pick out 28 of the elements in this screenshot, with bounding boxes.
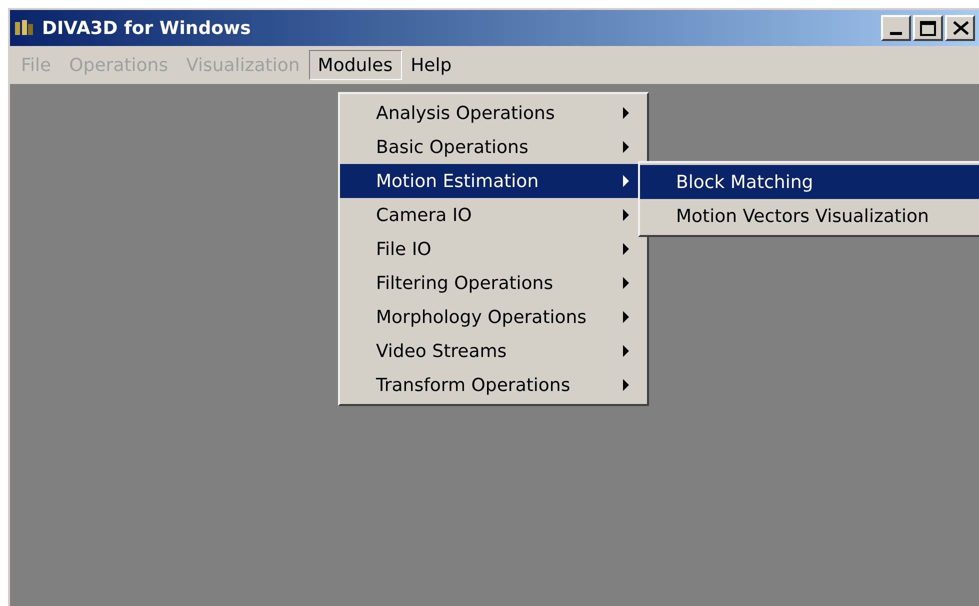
submenu-arrow-icon	[623, 107, 629, 119]
menu-item[interactable]: Motion Vectors Visualization	[640, 199, 979, 233]
menu-item[interactable]: Basic Operations	[340, 130, 647, 164]
menu-item[interactable]: Transform Operations	[340, 368, 647, 402]
menu-bar-item[interactable]: Modules	[308, 50, 402, 80]
submenu-arrow-icon	[623, 243, 629, 255]
menu-item[interactable]: Morphology Operations	[340, 300, 647, 334]
window-title: DIVA3D for Windows	[42, 16, 251, 40]
minimize-icon	[890, 32, 902, 35]
submenu-arrow-icon	[623, 175, 629, 187]
submenu-arrow-icon	[623, 379, 629, 391]
menu-item[interactable]: File IO	[340, 232, 647, 266]
submenu-arrow-icon	[623, 141, 629, 153]
submenu-arrow-icon	[623, 311, 629, 323]
menu-item[interactable]: Block Matching	[640, 165, 979, 199]
menu-item[interactable]: Video Streams	[340, 334, 647, 368]
submenu-arrow-icon	[623, 345, 629, 357]
menu-item[interactable]: Analysis Operations	[340, 96, 647, 130]
close-icon	[953, 21, 969, 35]
maximize-icon	[920, 20, 936, 36]
submenu-arrow-icon	[623, 209, 629, 221]
minimize-button[interactable]	[881, 15, 911, 41]
menu-item[interactable]: Filtering Operations	[340, 266, 647, 300]
app-icon	[14, 19, 34, 37]
submenu-arrow-icon	[623, 277, 629, 289]
menu-bar-item[interactable]: Help	[402, 50, 461, 80]
maximize-button[interactable]	[913, 15, 943, 41]
close-button[interactable]	[945, 15, 975, 41]
